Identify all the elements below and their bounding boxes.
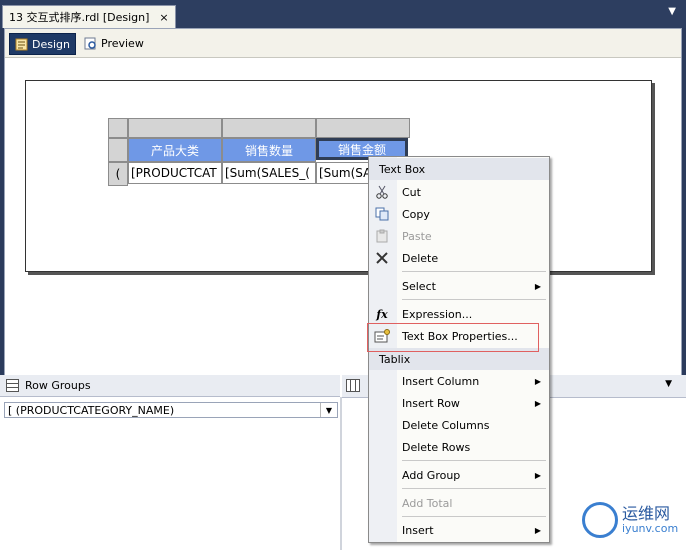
row-groups-label: Row Groups <box>25 379 91 392</box>
menu-item-delete[interactable]: Delete <box>369 247 549 269</box>
close-tab-icon[interactable]: × <box>159 11 168 24</box>
report-body[interactable]: 产品大类 销售数量 销售金额 ( [PRODUCTCAT [Sum(SALES_… <box>25 80 652 272</box>
paste-icon <box>374 228 390 244</box>
preview-tab-label: Preview <box>101 36 144 50</box>
menu-item-insert-row[interactable]: Insert Row ▶ <box>369 392 549 414</box>
preview-icon <box>84 37 97 50</box>
menu-separator <box>402 299 546 300</box>
column-handle[interactable] <box>316 118 410 138</box>
menu-item-delete-columns[interactable]: Delete Columns <box>369 414 549 436</box>
row-groups-icon <box>6 379 19 392</box>
design-tab-label: Design <box>32 37 70 51</box>
menu-item-delete-rows[interactable]: Delete Rows <box>369 436 549 458</box>
menu-separator <box>402 488 546 489</box>
preview-tab-button[interactable]: Preview <box>79 33 149 53</box>
watermark-url: iyunv.com <box>622 521 679 535</box>
menu-item-cut[interactable]: Cut <box>369 181 549 203</box>
designer-toolbar: Design Preview <box>5 29 681 58</box>
delete-x-icon <box>374 250 390 266</box>
document-tab-title: 13 交互式排序.rdl [Design] <box>9 11 150 24</box>
pane-divider[interactable] <box>340 397 342 550</box>
annotation-highlight-box <box>367 323 539 352</box>
tablix-corner-handle[interactable] <box>108 118 128 138</box>
menu-section-textbox: Text Box <box>369 158 549 180</box>
menu-item-expression[interactable]: fx Expression... <box>369 303 549 325</box>
menu-item-insert-column[interactable]: Insert Column ▶ <box>369 370 549 392</box>
document-tab[interactable]: 13 交互式排序.rdl [Design] × <box>2 5 176 28</box>
menu-item-copy[interactable]: Copy <box>369 203 549 225</box>
data-cell-sales-quantity[interactable]: [Sum(SALES_( <box>222 162 316 184</box>
watermark-name: 运维网 <box>622 503 671 523</box>
report-designer: Design Preview 产品大类 销售数量 销售金额 ( [PRODUCT… <box>4 28 682 376</box>
submenu-arrow-icon: ▶ <box>534 281 541 291</box>
tab-overflow-icon[interactable]: ▼ <box>668 6 676 17</box>
column-handle[interactable] <box>222 118 316 138</box>
submenu-arrow-icon: ▶ <box>534 398 541 408</box>
scissors-icon <box>374 184 390 200</box>
row-group-item[interactable]: [ (PRODUCTCATEGORY_NAME) ▼ <box>4 402 338 418</box>
data-cell-product-category[interactable]: [PRODUCTCAT <box>128 162 222 184</box>
function-icon: fx <box>376 307 388 321</box>
copy-icon <box>374 206 390 222</box>
header-cell-sales-quantity[interactable]: 销售数量 <box>222 138 316 162</box>
submenu-arrow-icon: ▶ <box>534 470 541 480</box>
header-cell-product-category[interactable]: 产品大类 <box>128 138 222 162</box>
watermark: 运维网 iyunv.com <box>582 502 678 538</box>
column-groups-menu-icon[interactable]: ▼ <box>665 379 672 389</box>
menu-separator <box>402 516 546 517</box>
chevron-down-icon[interactable]: ▼ <box>320 403 337 417</box>
row-groups-header: Row Groups <box>0 375 340 397</box>
document-tab-strip: 13 交互式排序.rdl [Design] × ▼ <box>0 0 686 28</box>
submenu-arrow-icon: ▶ <box>534 376 541 386</box>
column-handle[interactable] <box>128 118 222 138</box>
design-tab-button[interactable]: Design <box>9 33 76 55</box>
menu-item-paste[interactable]: Paste <box>369 225 549 247</box>
menu-item-insert[interactable]: Insert ▶ <box>369 519 549 541</box>
submenu-arrow-icon: ▶ <box>534 525 541 535</box>
group-row-marker[interactable]: ( <box>108 162 128 186</box>
watermark-logo <box>582 502 618 538</box>
design-icon <box>15 38 28 51</box>
menu-separator <box>402 460 546 461</box>
row-group-label: [ (PRODUCTCATEGORY_NAME) <box>8 403 175 417</box>
menu-item-select[interactable]: Select ▶ <box>369 275 549 297</box>
column-groups-icon <box>346 379 360 395</box>
menu-separator <box>402 271 546 272</box>
menu-item-add-total[interactable]: Add Total <box>369 492 549 514</box>
menu-item-add-group[interactable]: Add Group ▶ <box>369 464 549 486</box>
row-handle[interactable] <box>108 138 128 162</box>
